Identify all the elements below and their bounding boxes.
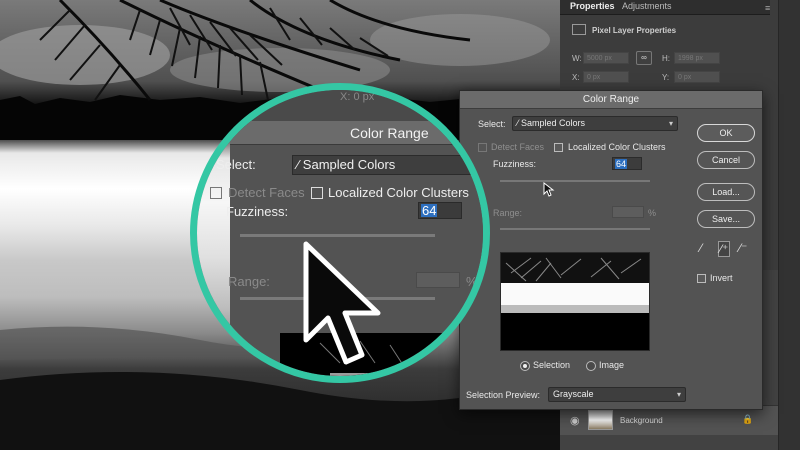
fuzziness-value: 64 — [615, 159, 628, 169]
preview-image — [501, 253, 649, 350]
invert-label: Invert — [710, 273, 733, 283]
mouse-cursor-large-icon — [303, 241, 381, 365]
eye-icon[interactable]: ◉ — [570, 414, 580, 427]
magnifier-x-label: X: 0 px — [340, 91, 375, 103]
localized-clusters-label: Localized Color Clusters — [568, 142, 666, 152]
invert-checkbox[interactable] — [697, 274, 706, 283]
properties-title: Pixel Layer Properties — [592, 26, 677, 35]
fuzziness-slider[interactable] — [500, 180, 650, 182]
magnified-select-dropdown: ⁄ Sampled Colors — [292, 155, 483, 175]
eyedropper-plus-icon[interactable]: ⁄⁺ — [718, 241, 731, 257]
w-label: W: — [572, 54, 582, 63]
height-field[interactable]: 1998 px — [674, 52, 720, 64]
select-dropdown[interactable]: ⁄ Sampled Colors ▾ — [512, 116, 678, 131]
mouse-cursor-small-icon — [543, 182, 555, 197]
fuzziness-label: Fuzziness: — [493, 159, 537, 169]
magnified-range-label: Range: — [228, 274, 270, 289]
magnified-localized-label: Localized Color Clusters — [328, 185, 469, 200]
h-label: H: — [662, 54, 670, 63]
selection-radio[interactable] — [520, 361, 530, 371]
image-radio-label: Image — [599, 360, 625, 370]
tab-adjustments[interactable]: Adjustments — [622, 1, 672, 11]
magnified-detect-faces-checkbox — [210, 187, 222, 199]
range-unit: % — [648, 208, 657, 218]
localized-clusters-checkbox[interactable] — [554, 143, 563, 152]
tab-properties[interactable]: Properties — [570, 1, 615, 11]
magnified-fuzziness-label: Fuzziness: — [226, 204, 289, 219]
magnified-select-label: Select: — [216, 157, 256, 172]
range-label: Range: — [493, 208, 523, 218]
y-field[interactable]: 0 px — [674, 71, 720, 83]
selection-radio-label: Selection — [533, 360, 571, 370]
dialog-title: Color Range — [582, 94, 640, 105]
link-icon[interactable]: ∞ — [636, 51, 652, 65]
magnified-range-input — [416, 272, 460, 288]
image-radio[interactable] — [586, 361, 596, 371]
range-input[interactable] — [612, 206, 644, 218]
detect-faces-label: Detect Faces — [491, 142, 545, 152]
cancel-button[interactable]: Cancel — [697, 151, 755, 169]
magnified-localized-checkbox — [311, 187, 323, 199]
magnified-fuzziness-input: 64 — [418, 202, 462, 219]
eyedropper-minus-icon[interactable]: ⁄⁻ — [739, 241, 747, 255]
layer-name: Background — [620, 416, 663, 425]
magnified-fuzziness-slider — [240, 234, 435, 237]
color-range-dialog: Color Range Select: ⁄ Sampled Colors ▾ D… — [459, 90, 763, 410]
select-value: Sampled Colors — [521, 118, 586, 128]
load-button[interactable]: Load... — [697, 183, 755, 201]
chevron-down-icon: ▾ — [676, 390, 681, 399]
eyedropper-icon[interactable]: ⁄ — [700, 241, 702, 255]
fuzziness-input[interactable]: 64 — [612, 157, 642, 170]
magnified-detect-faces-label: Detect Faces — [228, 185, 305, 200]
y-label: Y: — [662, 73, 670, 82]
tool-strip — [778, 0, 800, 450]
range-slider[interactable] — [500, 228, 650, 230]
width-field[interactable]: 5000 px — [583, 52, 629, 64]
x-field[interactable]: 0 px — [583, 71, 629, 83]
magnified-title: Color Range — [350, 125, 429, 141]
dialog-titlebar[interactable]: Color Range — [460, 91, 762, 109]
selection-preview-dropdown[interactable]: Grayscale ▾ — [548, 387, 686, 402]
magnified-titlebar: Color Range — [230, 121, 483, 145]
selection-preview-label: Selection Preview: — [466, 390, 541, 400]
ok-button[interactable]: OK — [697, 124, 755, 142]
layer-thumbnail — [588, 410, 613, 430]
selection-preview-thumbnail — [500, 252, 650, 351]
panel-menu-icon[interactable]: ≡ — [765, 3, 770, 13]
save-button[interactable]: Save... — [697, 210, 755, 228]
magnified-range-unit: % — [466, 274, 478, 289]
selection-preview-value: Grayscale — [553, 389, 594, 399]
chevron-down-icon: ▾ — [668, 119, 673, 128]
x-label: X: — [572, 73, 580, 82]
lock-icon[interactable]: 🔒 — [742, 414, 753, 425]
properties-tabs: Properties Adjustments — [560, 0, 770, 15]
pixel-layer-icon — [572, 24, 586, 35]
